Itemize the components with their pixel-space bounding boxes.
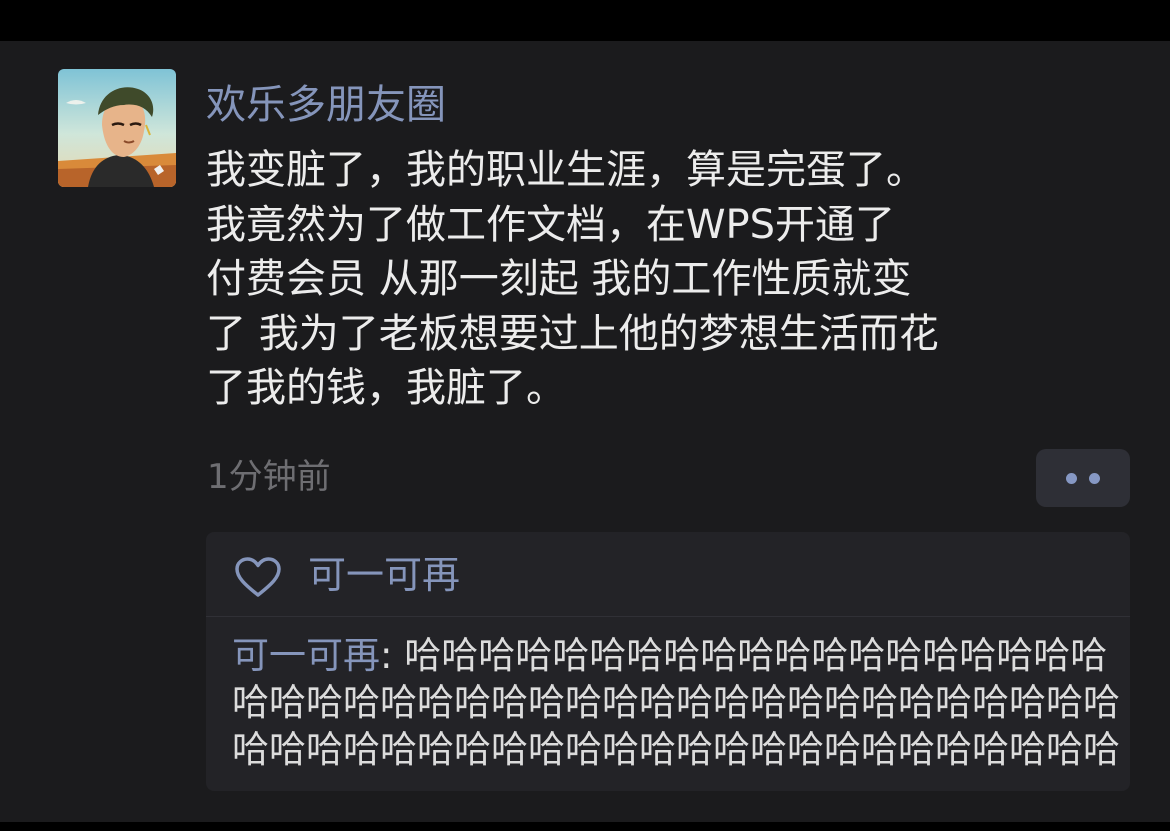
interaction-panel: 可一可再 可一可再: 哈哈哈哈哈哈哈哈哈哈哈哈哈哈哈哈哈哈哈哈哈哈哈哈哈哈哈哈哈… [206,532,1130,791]
comment-separator: : [380,634,405,677]
heart-outline-icon [235,557,281,597]
divider [206,616,1130,617]
post-content: 我变脏了，我的职业生涯，算是完蛋了。 我竟然为了做工作文档，在WPS开通了 付费… [206,143,1136,416]
comment[interactable]: 可一可再: 哈哈哈哈哈哈哈哈哈哈哈哈哈哈哈哈哈哈哈哈哈哈哈哈哈哈哈哈哈哈哈哈哈哈… [232,632,1127,773]
bottom-bar [0,822,1170,831]
post-content-line: 我变脏了，我的职业生涯，算是完蛋了。 [206,147,926,193]
post-content-line: 了 我为了老板想要过上他的梦想生活而花 [206,310,939,357]
liker-name[interactable]: 可一可再 [308,550,460,600]
post-content-line: 我竟然为了做工作文档，在WPS开通了 [206,201,896,248]
moments-post: 欢乐多朋友圈 我变脏了，我的职业生涯，算是完蛋了。 我竟然为了做工作文档，在WP… [0,41,1170,822]
likes-row: 可一可再 [206,532,1130,616]
commenter-name[interactable]: 可一可再 [232,634,380,677]
more-dots-icon [1089,473,1100,484]
post-author-name[interactable]: 欢乐多朋友圈 [206,79,446,131]
post-timestamp: 1分钟前 [207,457,331,497]
top-bar [0,0,1170,41]
post-content-line: 了我的钱，我脏了。 [206,365,566,411]
post-content-line: 付费会员 从那一刻起 我的工作性质就变 [206,256,912,302]
more-dots-icon [1066,473,1077,484]
avatar[interactable] [58,69,176,187]
more-actions-button[interactable] [1036,449,1130,507]
